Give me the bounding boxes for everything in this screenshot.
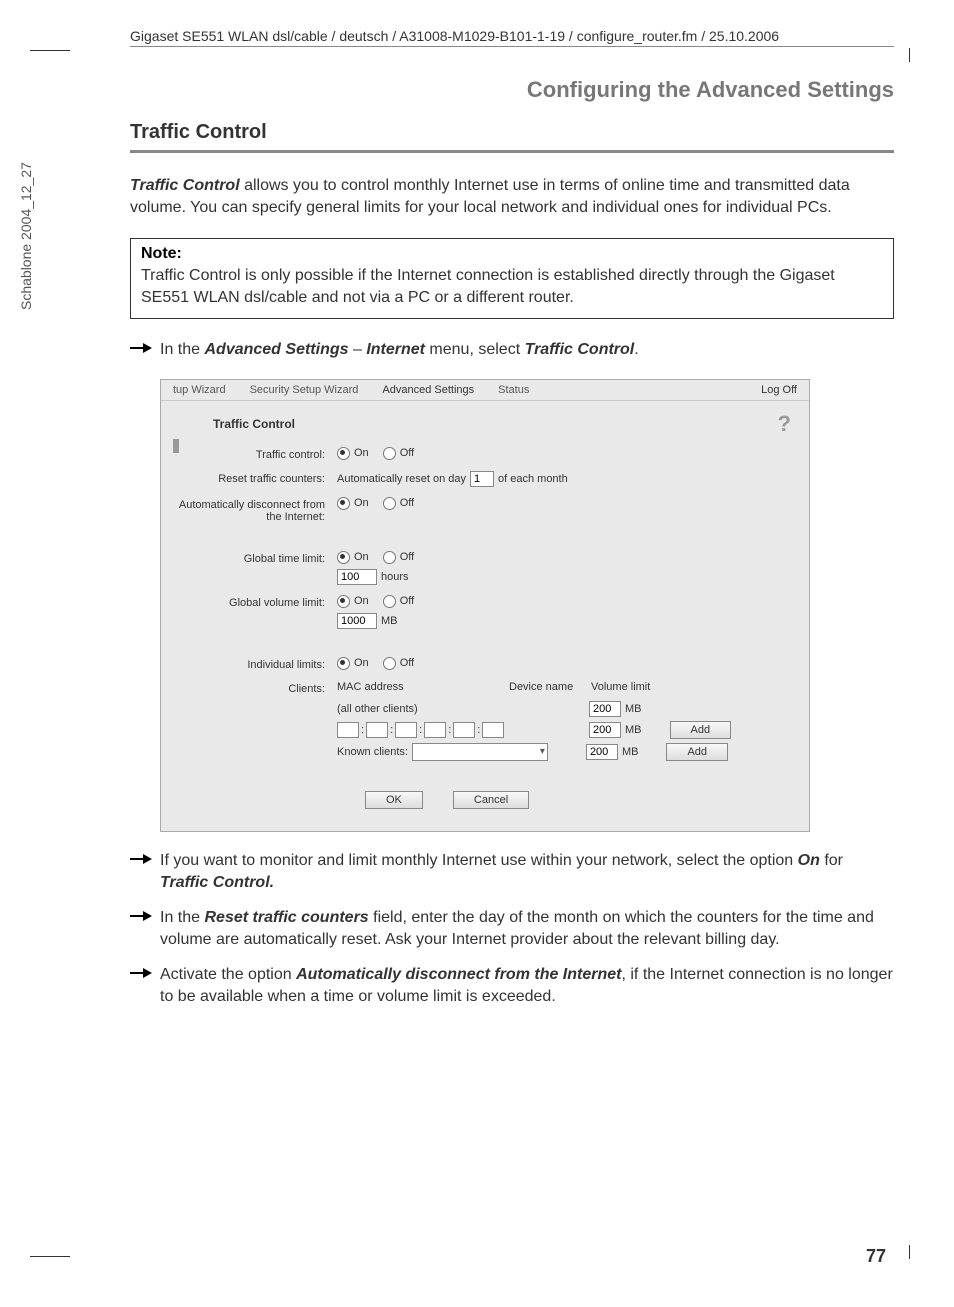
arrow-icon — [130, 964, 160, 1007]
t: In the — [160, 341, 204, 358]
t: On — [354, 657, 369, 669]
reset-day-input[interactable] — [470, 471, 494, 487]
label-individual: Individual limits: — [175, 657, 337, 671]
tab-security-wizard[interactable]: Security Setup Wizard — [238, 380, 371, 400]
section-title: Traffic Control — [130, 121, 894, 144]
col-volume: Volume limit — [591, 681, 665, 693]
arrow-icon — [130, 850, 160, 893]
instruction-3: In the Reset traffic counters field, ent… — [130, 907, 894, 950]
t: Off — [400, 497, 414, 509]
vol-input-2[interactable] — [589, 722, 621, 738]
t: – — [349, 341, 367, 358]
label-gtl: Global time limit: — [175, 551, 337, 565]
radio-tc-on[interactable]: On — [337, 447, 369, 460]
intro-bold: Traffic Control — [130, 177, 240, 194]
instruction-1: In the Advanced Settings – Internet menu… — [130, 339, 894, 361]
t: In the — [160, 909, 204, 926]
t: Activate the option — [160, 966, 296, 983]
label-gvl: Global volume limit: — [175, 595, 337, 609]
label-reset: Reset traffic counters: — [175, 471, 337, 485]
mac-2[interactable] — [366, 722, 388, 738]
tab-setup-wizard[interactable]: tup Wizard — [161, 380, 238, 400]
intro-paragraph: Traffic Control allows you to control mo… — [130, 175, 894, 218]
tab-advanced-settings[interactable]: Advanced Settings — [370, 380, 486, 400]
radio-ind-off[interactable]: Off — [383, 657, 414, 670]
radio-ad-on[interactable]: On — [337, 497, 369, 510]
vol-input-3[interactable] — [586, 744, 618, 760]
unit: MB — [625, 703, 642, 715]
mac-4[interactable] — [424, 722, 446, 738]
t: On — [354, 595, 369, 607]
col-mac: MAC address — [337, 681, 507, 693]
t: Traffic Control. — [160, 874, 274, 891]
t: On — [798, 852, 820, 869]
label-traffic-control: Traffic control: — [175, 447, 337, 461]
t: On — [354, 447, 369, 459]
header-mark — [173, 439, 179, 453]
unit: MB — [622, 746, 639, 758]
col-device: Device name — [509, 681, 589, 693]
t: Advanced Settings — [204, 341, 348, 358]
radio-ind-on[interactable]: On — [337, 657, 369, 670]
t: menu, select — [425, 341, 525, 358]
unit: MB — [625, 724, 642, 736]
radio-gtl-off[interactable]: Off — [383, 551, 414, 564]
gtl-input[interactable] — [337, 569, 377, 585]
arrow-icon — [130, 907, 160, 950]
t: . — [634, 341, 638, 358]
t: Off — [400, 551, 414, 563]
reset-post: of each month — [498, 473, 568, 485]
chapter-title: Configuring the Advanced Settings — [130, 77, 894, 103]
gvl-input[interactable] — [337, 613, 377, 629]
gvl-unit: MB — [381, 615, 398, 627]
header-breadcrumb: Gigaset SE551 WLAN dsl/cable / deutsch /… — [130, 28, 894, 47]
vol-input-1[interactable] — [589, 701, 621, 717]
all-other-clients: (all other clients) — [337, 703, 585, 715]
ok-button[interactable]: OK — [365, 791, 423, 809]
logoff-link[interactable]: Log Off — [749, 380, 809, 400]
mac-6[interactable] — [482, 722, 504, 738]
radio-gvl-off[interactable]: Off — [383, 595, 414, 608]
label-clients: Clients: — [175, 681, 337, 695]
router-screenshot: tup Wizard Security Setup Wizard Advance… — [160, 379, 810, 832]
radio-ad-off[interactable]: Off — [383, 497, 414, 510]
t: On — [354, 497, 369, 509]
t: If you want to monitor and limit monthly… — [160, 852, 798, 869]
add-button-1[interactable]: Add — [670, 721, 732, 739]
tab-status[interactable]: Status — [486, 380, 541, 400]
radio-gvl-on[interactable]: On — [337, 595, 369, 608]
label-auto-disconnect: Automatically disconnect from the Intern… — [175, 497, 337, 523]
t: Internet — [366, 341, 425, 358]
reset-pre: Automatically reset on day — [337, 473, 466, 485]
t: Off — [400, 447, 414, 459]
page-number: 77 — [866, 1246, 886, 1267]
t: Automatically disconnect from the Intern… — [296, 966, 621, 983]
note-title: Note: — [141, 245, 883, 263]
screenshot-title: Traffic Control — [173, 417, 295, 431]
radio-gtl-on[interactable]: On — [337, 551, 369, 564]
note-box: Note: Traffic Control is only possible i… — [130, 238, 894, 319]
instruction-2: If you want to monitor and limit monthly… — [130, 850, 894, 893]
add-button-2[interactable]: Add — [666, 743, 728, 761]
gtl-unit: hours — [381, 571, 409, 583]
t: Off — [400, 595, 414, 607]
t: Reset traffic counters — [204, 909, 368, 926]
help-icon[interactable]: ? — [778, 411, 797, 437]
cancel-button[interactable]: Cancel — [453, 791, 529, 809]
mac-1[interactable] — [337, 722, 359, 738]
title-rule — [130, 150, 894, 153]
radio-tc-off[interactable]: Off — [383, 447, 414, 460]
t: Off — [400, 657, 414, 669]
mac-3[interactable] — [395, 722, 417, 738]
t: On — [354, 551, 369, 563]
mac-5[interactable] — [453, 722, 475, 738]
t: for — [820, 852, 843, 869]
instruction-4: Activate the option Automatically discon… — [130, 964, 894, 1007]
note-body: Traffic Control is only possible if the … — [141, 265, 883, 308]
arrow-icon — [130, 339, 160, 361]
t: Traffic Control — [525, 341, 635, 358]
known-clients-select[interactable]: ▾ — [412, 743, 548, 761]
known-clients-label: Known clients: — [337, 746, 408, 758]
